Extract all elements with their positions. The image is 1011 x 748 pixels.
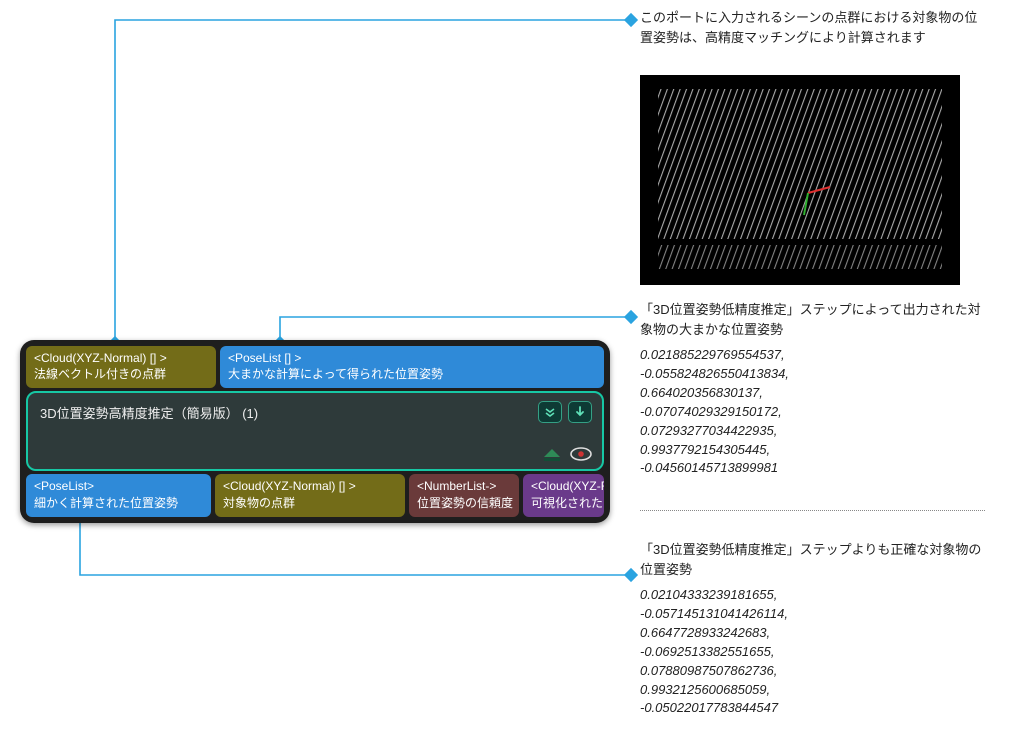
annotation-mid: 「3D位置姿勢低精度推定」ステップによって出力された対象物の大まかな位置姿勢 0… (640, 300, 990, 478)
visibility-icon[interactable] (570, 447, 592, 463)
point-cloud-preview (640, 75, 960, 285)
annotation-text: 「3D位置姿勢低精度推定」ステップよりも正確な対象物の位置姿勢 (640, 540, 990, 580)
annotation-text: このポートに入力されるシーンの点群における対象物の位置姿勢は、高精度マッチングに… (640, 8, 990, 48)
connector-diamond-icon (624, 568, 638, 582)
annotation-top: このポートに入力されるシーンの点群における対象物の位置姿勢は、高精度マッチングに… (640, 8, 990, 54)
node-body[interactable]: 3D位置姿勢高精度推定（簡易版） (1) (26, 391, 604, 471)
node-title: 3D位置姿勢高精度推定（簡易版） (1) (40, 403, 590, 422)
output-port-fine-pose[interactable]: <PoseList> 細かく計算された位置姿勢 (26, 474, 211, 516)
annotation-text: 「3D位置姿勢低精度推定」ステップによって出力された対象物の大まかな位置姿勢 (640, 300, 990, 340)
arrow-down-icon[interactable] (568, 401, 592, 423)
output-port-row: <PoseList> 細かく計算された位置姿勢 <Cloud(XYZ-Norma… (26, 474, 604, 516)
step-node: <Cloud(XYZ-Normal) [] > 法線ベクトル付きの点群 <Pos… (20, 340, 610, 523)
output-port-confidence[interactable]: <NumberList-> 位置姿勢の信頼度 (409, 474, 519, 516)
port-label: 可視化されたカラー点群 (531, 495, 596, 511)
port-type-label: <Cloud(XYZ-RGB)-> (531, 478, 596, 494)
input-port-rough-pose[interactable]: <PoseList [] > 大まかな計算によって得られた位置姿勢 (220, 346, 604, 388)
port-type-label: <PoseList> (34, 478, 203, 494)
port-type-label: <PoseList [] > (228, 350, 596, 366)
connector-diamond-icon (624, 13, 638, 27)
port-type-label: <NumberList-> (417, 478, 511, 494)
connector-diamond-icon (624, 310, 638, 324)
fine-pose-values: 0.02104333239181655, -0.0571451310414261… (640, 586, 990, 718)
expand-icon[interactable] (538, 401, 562, 423)
annotation-bottom: 「3D位置姿勢低精度推定」ステップよりも正確な対象物の位置姿勢 0.021043… (640, 540, 990, 718)
port-type-label: <Cloud(XYZ-Normal) [] > (34, 350, 208, 366)
divider (640, 510, 985, 511)
input-port-cloud-normals[interactable]: <Cloud(XYZ-Normal) [] > 法線ベクトル付きの点群 (26, 346, 216, 388)
layer-icon[interactable] (542, 447, 562, 463)
port-label: 法線ベクトル付きの点群 (34, 366, 208, 382)
port-label: 細かく計算された位置姿勢 (34, 495, 203, 511)
output-port-object-cloud[interactable]: <Cloud(XYZ-Normal) [] > 対象物の点群 (215, 474, 405, 516)
port-label: 対象物の点群 (223, 495, 397, 511)
input-port-row: <Cloud(XYZ-Normal) [] > 法線ベクトル付きの点群 <Pos… (26, 346, 604, 388)
port-label: 大まかな計算によって得られた位置姿勢 (228, 366, 596, 382)
port-label: 位置姿勢の信頼度 (417, 495, 511, 511)
rough-pose-values: 0.021885229769554537, -0.055824826550413… (640, 346, 990, 478)
output-port-color-cloud[interactable]: <Cloud(XYZ-RGB)-> 可視化されたカラー点群 (523, 474, 604, 516)
port-type-label: <Cloud(XYZ-Normal) [] > (223, 478, 397, 494)
